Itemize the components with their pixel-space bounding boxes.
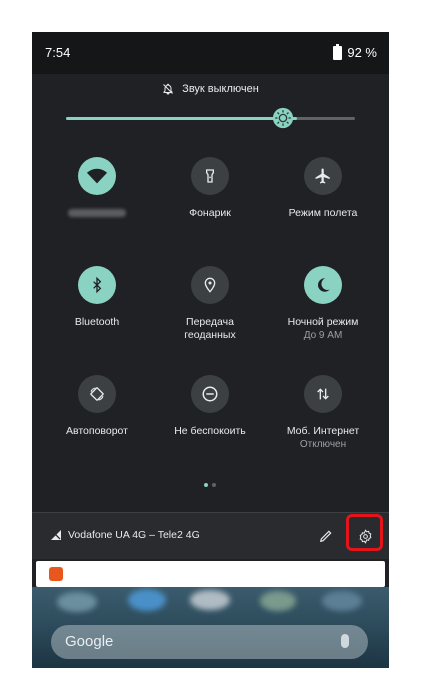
location-toggle[interactable] xyxy=(191,266,229,304)
page-indicator xyxy=(204,483,216,487)
tile-flashlight[interactable]: Фонарик xyxy=(151,157,269,262)
app-notification-icon xyxy=(49,567,63,581)
airplane-icon xyxy=(315,168,330,184)
tile-auto-rotate[interactable]: Автоповорот xyxy=(38,375,156,480)
mobile-data-icon xyxy=(317,388,329,400)
tile-wifi[interactable] xyxy=(38,157,156,262)
wifi-network-name-blurred xyxy=(68,209,126,217)
wifi-icon xyxy=(86,168,108,184)
battery-icon xyxy=(333,43,343,60)
wifi-toggle[interactable] xyxy=(78,157,116,195)
page-dot xyxy=(212,483,216,487)
flashlight-icon xyxy=(206,169,214,183)
tile-label: Bluetooth xyxy=(74,316,120,328)
brightness-slider-fill xyxy=(66,117,298,120)
bluetooth-icon xyxy=(93,276,102,294)
auto-rotate-icon xyxy=(90,387,104,401)
carrier-info: Vodafone UA 4G – Tele2 4G xyxy=(50,529,200,541)
battery-percent: 92 % xyxy=(347,45,377,60)
tile-label: Автоповорот xyxy=(66,425,128,437)
status-bar: 7:54 92 % xyxy=(32,32,389,74)
tile-sublabel: До 9 AM xyxy=(303,330,343,341)
status-time: 7:54 xyxy=(45,45,71,60)
tile-night-mode[interactable]: Ночной режим До 9 AM xyxy=(264,266,382,371)
pencil-icon xyxy=(319,530,332,543)
tile-location[interactable]: Передача геоданных xyxy=(151,266,269,371)
auto-rotate-toggle[interactable] xyxy=(78,375,116,413)
tile-airplane[interactable]: Режим полета xyxy=(264,157,382,262)
brightness-slider[interactable] xyxy=(66,117,355,120)
settings-highlight-box xyxy=(346,514,383,551)
tile-bluetooth[interactable]: Bluetooth xyxy=(38,266,156,371)
location-icon xyxy=(204,277,216,293)
bluetooth-toggle[interactable] xyxy=(78,266,116,304)
do-not-disturb-icon xyxy=(202,386,218,402)
page-dot-active xyxy=(204,483,208,487)
google-search-bar[interactable]: Google xyxy=(51,625,368,659)
brightness-icon[interactable] xyxy=(272,107,294,129)
tile-sublabel: Отключен xyxy=(299,439,347,450)
tile-label: Режим полета xyxy=(288,207,358,219)
flashlight-toggle[interactable] xyxy=(191,157,229,195)
edit-button[interactable] xyxy=(317,527,335,545)
do-not-disturb-toggle[interactable] xyxy=(191,375,229,413)
sound-label: Звук выключен xyxy=(182,83,259,95)
tile-mobile-data[interactable]: Моб. Интернет Отключен xyxy=(264,375,382,480)
phone-screen: 7:54 92 % Звук выключен Фонарик Режим по… xyxy=(32,32,389,668)
tile-do-not-disturb[interactable]: Не беспокоить xyxy=(151,375,269,480)
tile-label: Моб. Интернет xyxy=(286,425,360,437)
signal-icon xyxy=(51,530,61,540)
mobile-data-toggle[interactable] xyxy=(304,375,342,413)
notification-card[interactable] xyxy=(36,561,385,587)
google-logo: Google xyxy=(65,633,114,650)
mic-icon[interactable] xyxy=(341,634,349,648)
tile-label: Передача геоданных xyxy=(184,316,236,341)
battery-status: 92 % xyxy=(333,43,377,60)
airplane-toggle[interactable] xyxy=(304,157,342,195)
tile-label: Ночной режим xyxy=(287,316,359,328)
night-mode-toggle[interactable] xyxy=(304,266,342,304)
tile-label: Не беспокоить xyxy=(174,425,246,437)
moon-icon xyxy=(317,278,330,292)
carrier-label: Vodafone UA 4G – Tele2 4G xyxy=(68,529,200,541)
home-wallpaper: Google xyxy=(32,587,389,668)
sound-status[interactable]: Звук выключен xyxy=(32,83,389,98)
tile-label: Фонарик xyxy=(189,207,231,219)
qs-footer: Vodafone UA 4G – Tele2 4G xyxy=(32,513,389,559)
bell-off-icon xyxy=(163,83,174,95)
